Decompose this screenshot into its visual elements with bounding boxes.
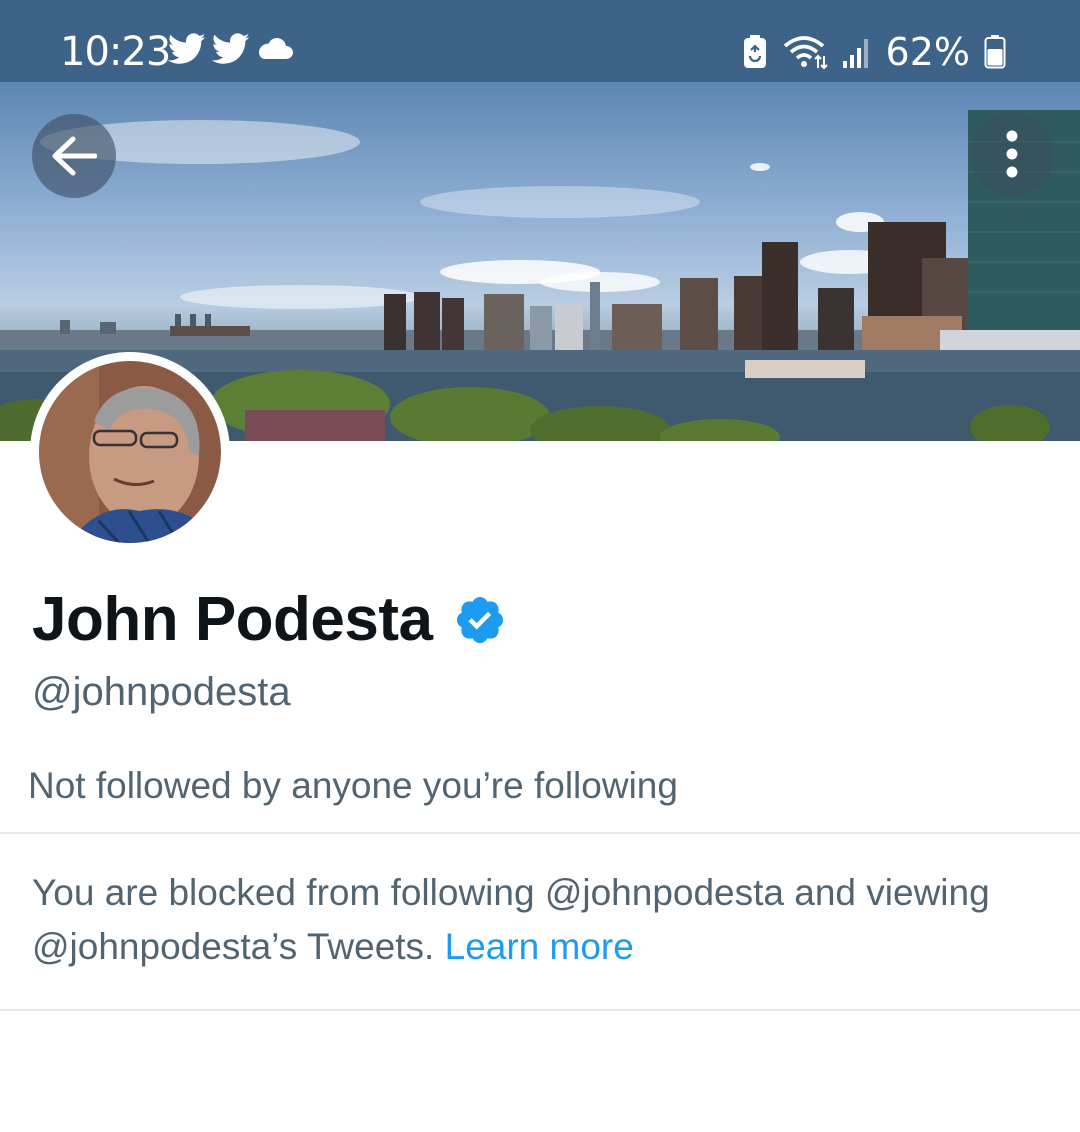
wifi-icon <box>783 36 828 70</box>
profile-handle: @johnpodesta <box>32 670 291 714</box>
status-notification-icons <box>168 33 294 65</box>
signal-icon <box>842 39 868 68</box>
status-system-icons: 62% <box>742 30 1006 74</box>
blocked-notice: You are blocked from following @johnpode… <box>32 866 1042 974</box>
divider <box>0 832 1080 834</box>
verified-badge-icon <box>456 596 503 644</box>
divider <box>0 1009 1080 1011</box>
arrow-left-icon <box>52 136 97 176</box>
status-bar: 10:23 62% <box>0 0 1080 82</box>
battery-saver-icon <box>743 35 766 68</box>
status-time: 10:23 <box>60 29 171 75</box>
twitter-icon <box>168 33 206 64</box>
battery-icon <box>984 35 1006 69</box>
battery-percent: 62% <box>885 30 970 74</box>
display-name: John Podesta <box>32 585 433 654</box>
avatar-photo <box>39 361 221 543</box>
cloud-icon <box>259 38 293 59</box>
avatar[interactable] <box>30 352 230 552</box>
more-vertical-icon <box>1006 130 1018 178</box>
learn-more-link[interactable]: Learn more <box>445 926 634 967</box>
followed-by-text[interactable]: Not followed by anyone you’re following <box>28 764 678 808</box>
profile-name-row: John Podesta <box>32 584 507 656</box>
more-options-button[interactable] <box>970 112 1054 196</box>
back-button[interactable] <box>32 114 116 198</box>
twitter-icon <box>212 33 250 64</box>
